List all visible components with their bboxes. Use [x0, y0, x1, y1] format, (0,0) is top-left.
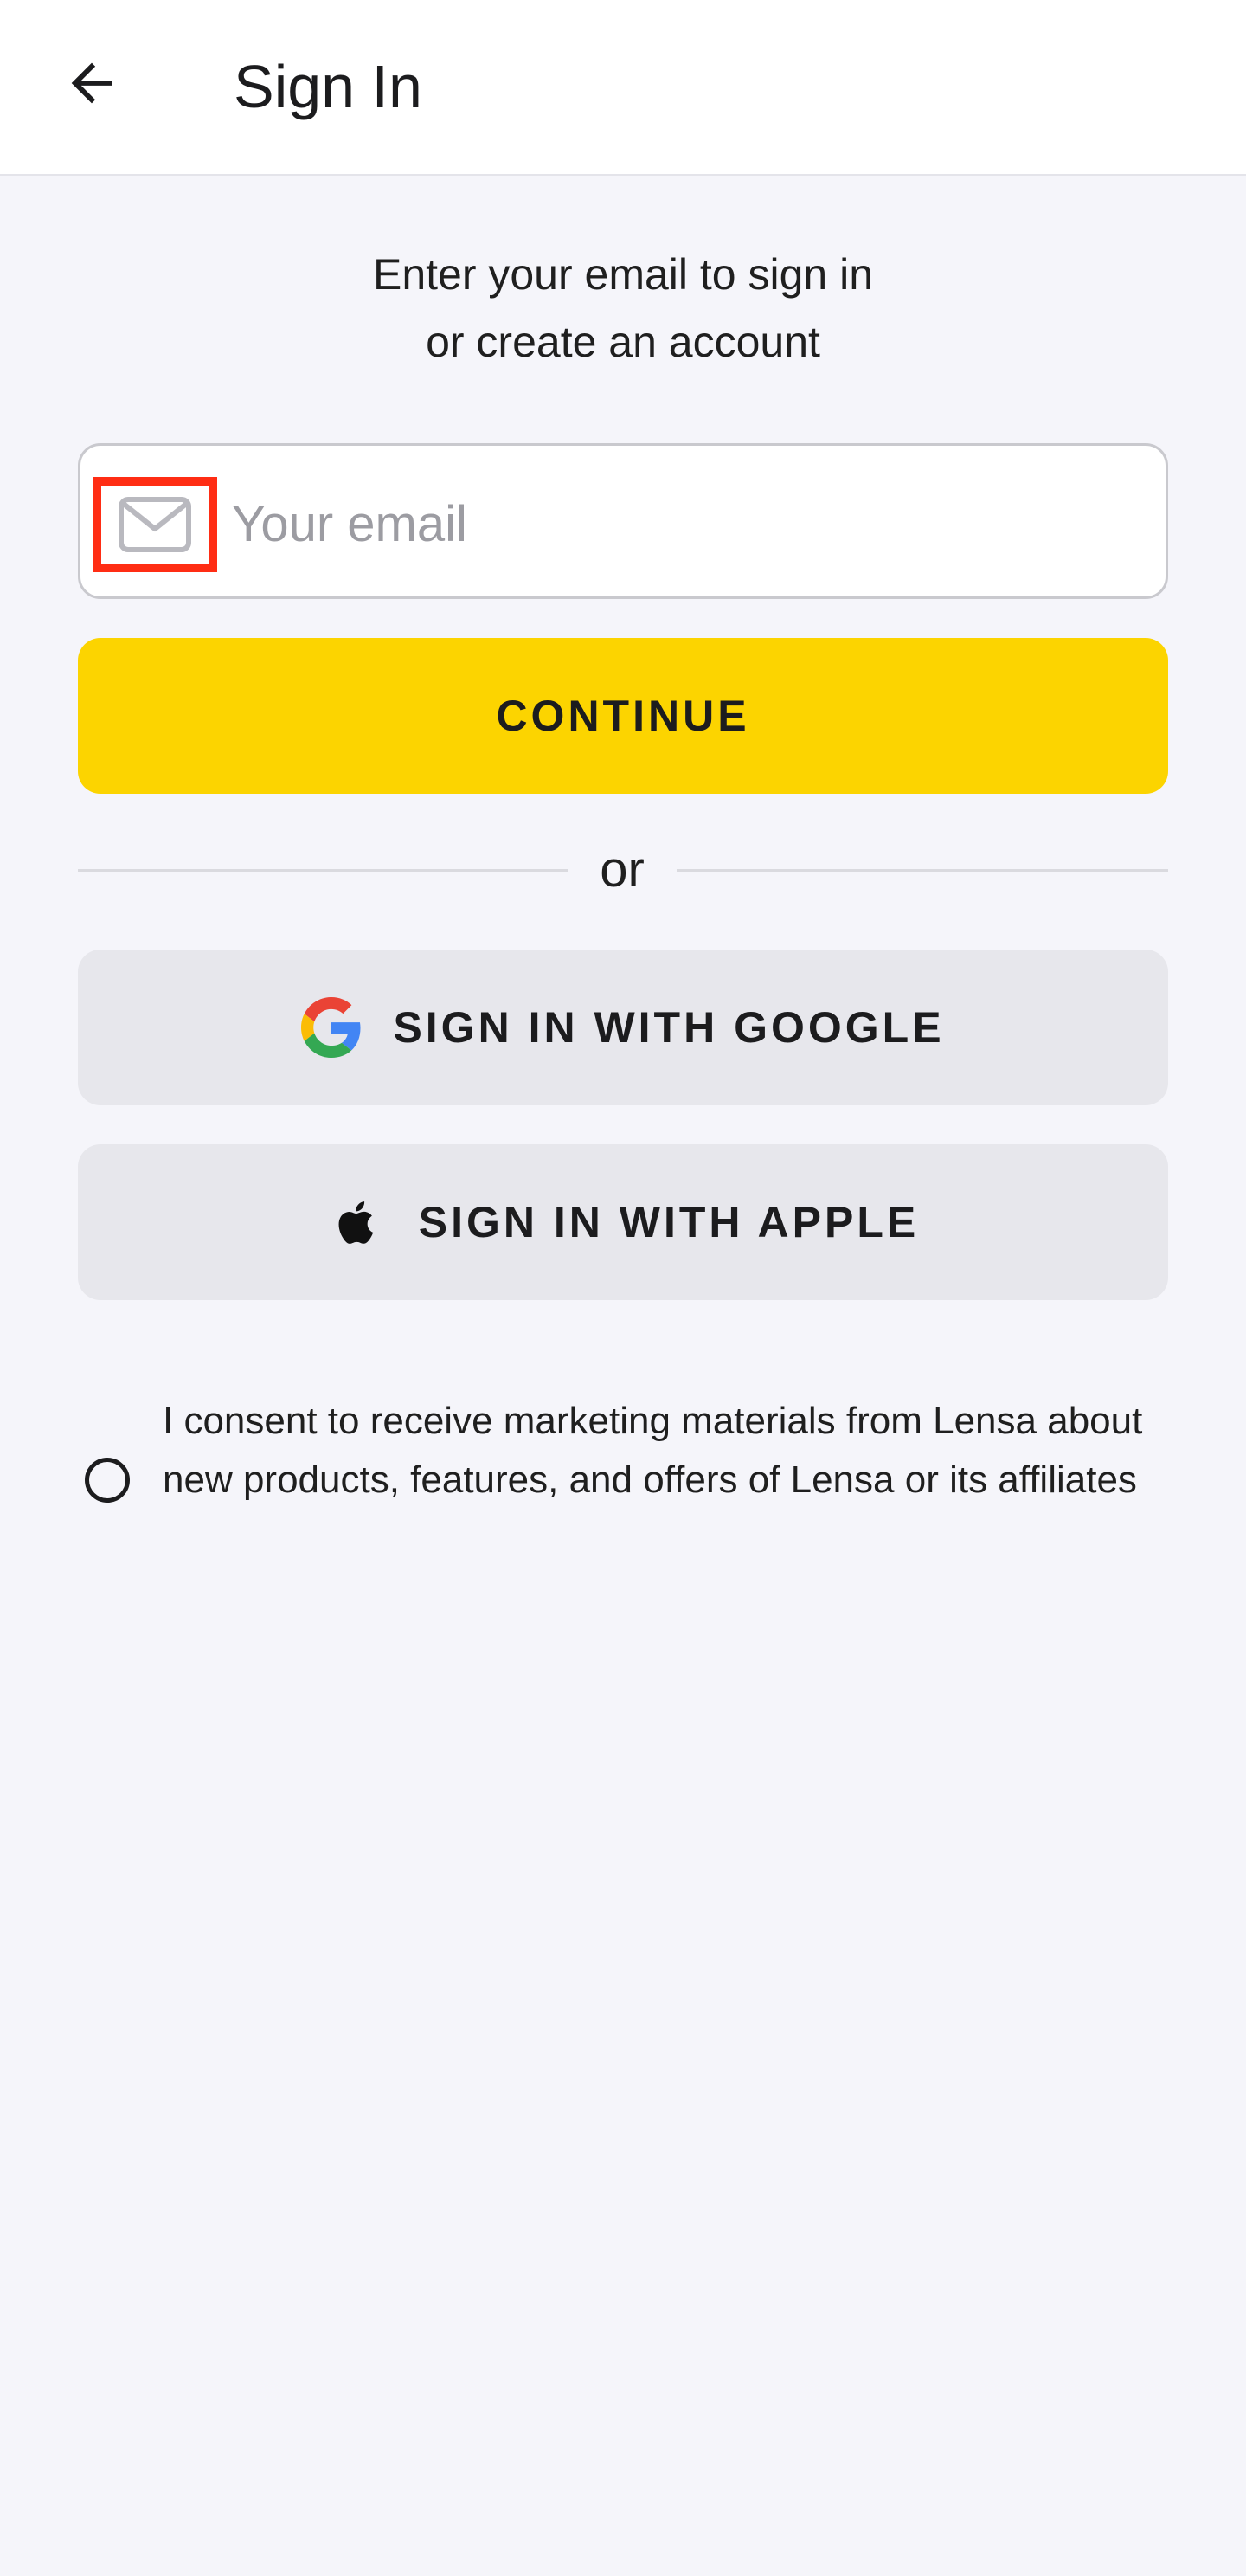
sign-in-apple-label: SIGN IN WITH APPLE — [418, 1198, 920, 1246]
continue-button[interactable]: CONTINUE — [78, 638, 1168, 794]
arrow-left-icon — [71, 62, 112, 104]
divider-right — [677, 869, 1168, 872]
or-divider-label: or — [600, 841, 645, 898]
apple-icon — [327, 1192, 388, 1253]
consent-radio[interactable] — [85, 1458, 130, 1503]
intro-line-2: or create an account — [426, 318, 820, 366]
sign-in-google-label: SIGN IN WITH GOOGLE — [393, 1003, 945, 1052]
divider-left — [78, 869, 568, 872]
app-bar: Sign In — [0, 0, 1246, 176]
mail-icon-highlight — [93, 477, 217, 572]
mail-icon — [119, 497, 191, 552]
intro-line-1: Enter your email to sign in — [372, 250, 874, 299]
back-button[interactable] — [52, 43, 132, 123]
sign-in-apple-button[interactable]: SIGN IN WITH APPLE — [78, 1144, 1168, 1300]
email-input[interactable] — [232, 480, 1149, 567]
sign-in-google-button[interactable]: SIGN IN WITH GOOGLE — [78, 950, 1168, 1105]
intro-text: Enter your email to sign in or create an… — [0, 241, 1246, 376]
consent-text: I consent to receive marketing materials… — [163, 1400, 1143, 1501]
google-icon — [301, 997, 362, 1058]
page-title: Sign In — [234, 53, 422, 120]
email-field[interactable] — [78, 443, 1168, 599]
